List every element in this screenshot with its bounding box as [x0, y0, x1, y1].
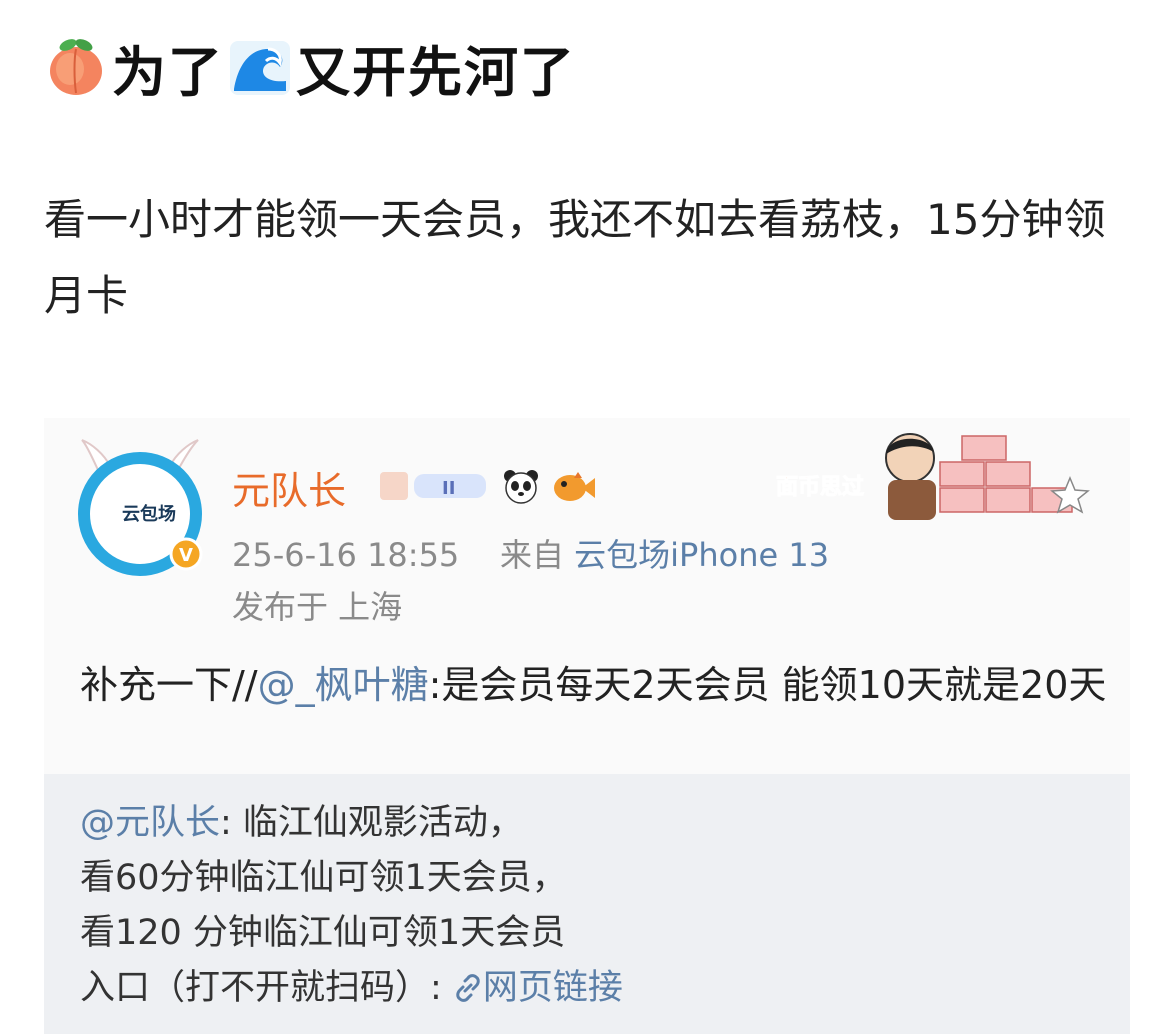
repost-text-suffix: :是会员每天2天会员 能领10天就是20天	[428, 663, 1107, 707]
post-body: 看一小时才能领一天会员，我还不如去看荔枝，15分钟领月卡	[44, 195, 1106, 320]
badge-level: II	[442, 478, 455, 499]
peach-emoji-icon	[50, 39, 102, 95]
timestamp: 25-6-16 18:55	[232, 536, 460, 574]
quoted-line2: 看60分钟临江仙可领1天会员，	[80, 858, 567, 898]
repost-text: 补充一下//@_枫叶糖:是会员每天2天会员 能领10天就是20天	[80, 656, 1120, 714]
sticker-image: 面币思过	[776, 433, 1090, 520]
verified-badge: V	[179, 545, 193, 566]
link-icon	[456, 974, 480, 1002]
post-title: 为了 又开先河了	[44, 30, 580, 104]
sticker-caption: 面币思过	[776, 475, 864, 500]
avatar-label: 云包场	[122, 503, 176, 525]
quoted-line3: 看120 分钟临江仙可领1天会员	[80, 913, 566, 953]
from-label: 来自	[499, 536, 564, 574]
mention-link[interactable]: @_枫叶糖	[258, 663, 429, 707]
user-avatar[interactable]: 云包场 V	[70, 436, 210, 576]
web-link[interactable]: 网页链接	[453, 968, 623, 1008]
quoted-mention-link[interactable]: @元队长	[80, 803, 220, 843]
panda-icon	[504, 470, 538, 504]
source-link[interactable]: 云包场iPhone 13	[574, 536, 829, 574]
quoted-line1: : 临江仙观影活动，	[220, 803, 523, 843]
repost-text-prefix: 补充一下//	[80, 663, 258, 707]
quoted-line4: 入口（打不开就扫码）:	[80, 968, 453, 1008]
repost-username[interactable]: 元队长	[232, 460, 346, 515]
title-text-part1: 为了	[112, 40, 224, 104]
web-link-label[interactable]: 网页链接	[483, 968, 623, 1008]
location-text: 发布于 上海	[232, 588, 403, 626]
wave-emoji-icon	[230, 41, 290, 95]
title-text-part2: 又开先河了	[296, 40, 576, 104]
quoted-post-text: @元队长: 临江仙观影活动， 看60分钟临江仙可领1天会员， 看120 分钟临江…	[80, 796, 623, 1016]
repost-meta: 25-6-16 18:55 来自 云包场iPhone 13	[232, 530, 829, 576]
member-badge-icon[interactable]: II	[380, 468, 490, 504]
fish-icon	[554, 472, 595, 501]
